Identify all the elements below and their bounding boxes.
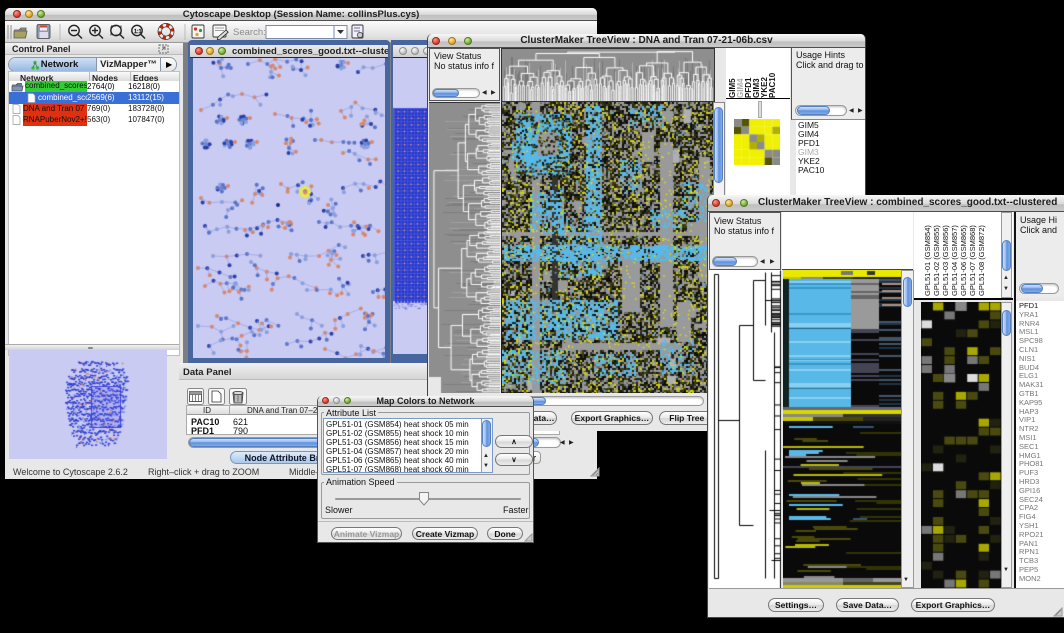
- svg-text:Search:: Search:: [233, 27, 266, 38]
- svg-text:1:1: 1:1: [134, 29, 142, 35]
